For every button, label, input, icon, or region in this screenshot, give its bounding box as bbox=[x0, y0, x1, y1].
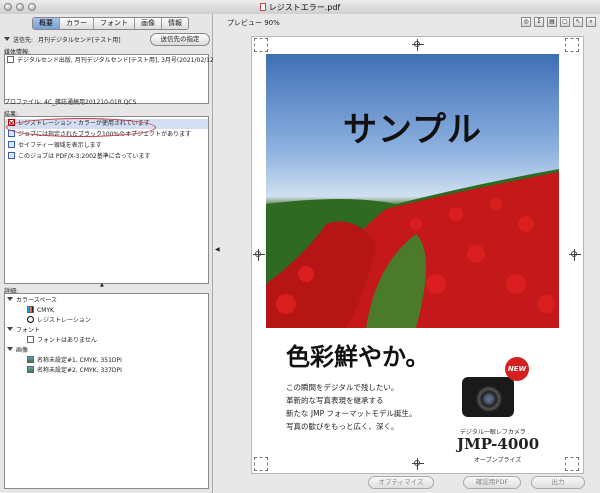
optimize-button[interactable]: オプティマイズ bbox=[368, 476, 434, 489]
tree-group-colorspace[interactable]: カラースペース bbox=[7, 296, 57, 306]
disclosure-triangle-icon[interactable] bbox=[7, 327, 13, 331]
camera-model-name: JMP-4000 bbox=[457, 435, 540, 453]
ad-copy-line-2: 革新的な写真表現を継承する bbox=[286, 396, 384, 405]
ad-copy-line-4: 写真の歓びをもっと広く、深く。 bbox=[286, 422, 399, 431]
sender-value: 月刊デジタルセンド[テスト用] bbox=[38, 37, 121, 44]
image-icon bbox=[27, 366, 34, 373]
preview-panel: プレビュー 90% ◎ Σ ▤ ▢ ↖ ⌕ ◀ サンプル 色彩鮮やか。 この瞬間… bbox=[213, 14, 600, 493]
flower-field-photo: サンプル bbox=[266, 54, 559, 328]
cmyk-icon bbox=[27, 306, 34, 313]
result-item-4[interactable]: このジョブは PDF/X-3:2002基準に合っています bbox=[8, 152, 150, 162]
sigma-icon[interactable]: Σ bbox=[534, 17, 544, 27]
pdf-page-preview: サンプル 色彩鮮やか。 この瞬間をデジタルで残したい。 革新的な写真表現を継承す… bbox=[251, 36, 584, 474]
tree-group-font[interactable]: フォント bbox=[7, 326, 40, 336]
new-badge: NEW bbox=[505, 357, 529, 381]
result-item-3[interactable]: セイフティー領域を表示します bbox=[8, 141, 102, 151]
tree-item-no-fonts[interactable]: フォントはありません bbox=[27, 336, 97, 346]
crop-mark-bottom-left bbox=[254, 457, 268, 471]
proof-pdf-button[interactable]: 確認用PDF bbox=[463, 476, 521, 489]
tree-item-cmyk[interactable]: CMYK bbox=[27, 306, 54, 316]
window-title-text: レジストエラー.pdf bbox=[268, 3, 341, 12]
crop-mark-top-right bbox=[565, 38, 579, 52]
check-icon bbox=[8, 152, 15, 159]
tab-font[interactable]: フォント bbox=[94, 18, 135, 29]
ad-headline: 色彩鮮やか。 bbox=[286, 342, 430, 371]
crop-mark-top-left bbox=[254, 38, 268, 52]
tab-image[interactable]: 画像 bbox=[135, 18, 162, 29]
tree-item-registration[interactable]: レジストレーション bbox=[27, 316, 91, 326]
image-icon bbox=[27, 356, 34, 363]
profile-value: 4C_雑誌通稿用201210-01R.QCS bbox=[44, 99, 137, 106]
page-fit-icon[interactable]: ▢ bbox=[560, 17, 570, 27]
tree-item-image-1[interactable]: 名称未設定#1, CMYK, 351DPI bbox=[27, 356, 122, 366]
highlight-ellipse bbox=[6, 118, 156, 137]
zoom-icon[interactable]: ⌕ bbox=[586, 17, 596, 27]
item-text: 名称未設定#1, CMYK, 351DPI bbox=[37, 357, 122, 364]
details-tree: カラースペース CMYK レジストレーション フォント フォントはありません 画… bbox=[4, 293, 209, 489]
result-text: セイフティー領域を表示します bbox=[18, 142, 102, 149]
item-text: 名称未設定#2, CMYK, 337DPI bbox=[37, 367, 122, 374]
camera-icon bbox=[462, 377, 514, 417]
ad-copy-line-3: 新たな JMP フォーマットモデル誕生。 bbox=[286, 409, 417, 418]
info-tabs: 概要 カラー フォント 画像 情報 bbox=[32, 17, 189, 30]
title-bar: レジストエラー.pdf bbox=[0, 0, 600, 15]
disclosure-triangle-icon[interactable] bbox=[4, 37, 10, 41]
tab-color[interactable]: カラー bbox=[60, 18, 94, 29]
sender-label: 送信先: bbox=[4, 35, 33, 44]
media-info-value: デジタルセンド出版, 月刊デジタルセンド[テスト用], 3月号(2021/02/… bbox=[17, 57, 217, 64]
window-title: レジストエラー.pdf bbox=[0, 2, 600, 13]
results-list: レジストレーション・カラーが使用されています ジョブには指定されたブラック100… bbox=[4, 116, 209, 284]
item-text: レジストレーション bbox=[37, 317, 91, 324]
media-info-row: デジタルセンド出版, 月刊デジタルセンド[テスト用], 3月号(2021/02/… bbox=[7, 56, 216, 66]
registration-mark-right-icon bbox=[569, 249, 581, 261]
registration-icon bbox=[27, 316, 34, 323]
registration-mark-left-icon bbox=[253, 249, 265, 261]
item-text: CMYK bbox=[37, 307, 54, 314]
disclosure-triangle-icon[interactable] bbox=[7, 297, 13, 301]
camera-price-tag: オープンプライズ bbox=[474, 457, 522, 464]
font-icon bbox=[27, 336, 34, 343]
sample-overlay-text: サンプル bbox=[343, 110, 482, 150]
red-flowers-illustration bbox=[266, 169, 559, 328]
collapse-left-arrow-icon[interactable]: ◀ bbox=[215, 246, 220, 253]
check-icon bbox=[8, 141, 15, 148]
layers-icon[interactable]: ▤ bbox=[547, 17, 557, 27]
sender-label-text: 送信先: bbox=[13, 37, 34, 44]
disclosure-triangle-icon[interactable] bbox=[7, 347, 13, 351]
select-destination-button[interactable]: 送信先の指定 bbox=[150, 33, 210, 46]
splitter-handle-icon[interactable]: ▲ bbox=[100, 282, 104, 288]
tab-info[interactable]: 情報 bbox=[162, 18, 188, 29]
group-title: カラースペース bbox=[16, 297, 57, 304]
tree-group-image[interactable]: 画像 bbox=[7, 346, 28, 356]
result-text: このジョブは PDF/X-3:2002基準に合っています bbox=[18, 153, 151, 160]
registration-mark-bottom-icon bbox=[412, 458, 424, 470]
ad-copy-line-1: この瞬間をデジタルで残したい。 bbox=[286, 383, 399, 392]
group-title: フォント bbox=[16, 327, 41, 334]
pointer-icon[interactable]: ↖ bbox=[573, 17, 583, 27]
camera-lens bbox=[476, 386, 502, 412]
group-title: 画像 bbox=[16, 347, 29, 354]
document-icon bbox=[7, 56, 14, 63]
color-separation-icon[interactable]: ◎ bbox=[521, 17, 531, 27]
tab-summary[interactable]: 概要 bbox=[33, 18, 60, 29]
tree-item-image-2[interactable]: 名称未設定#2, CMYK, 337DPI bbox=[27, 366, 122, 376]
registration-mark-top-icon bbox=[412, 39, 424, 51]
pdf-document-icon bbox=[259, 3, 266, 11]
output-button[interactable]: 出力 bbox=[531, 476, 585, 489]
profile-label: プロファイル: bbox=[4, 99, 43, 106]
crop-mark-bottom-right bbox=[565, 457, 579, 471]
preview-zoom-label: プレビュー 90% bbox=[227, 19, 280, 27]
preflight-info-panel: 概要 カラー フォント 画像 情報 送信先: 月刊デジタルセンド[テスト用] 送… bbox=[0, 14, 216, 493]
item-text: フォントはありません bbox=[37, 337, 97, 344]
